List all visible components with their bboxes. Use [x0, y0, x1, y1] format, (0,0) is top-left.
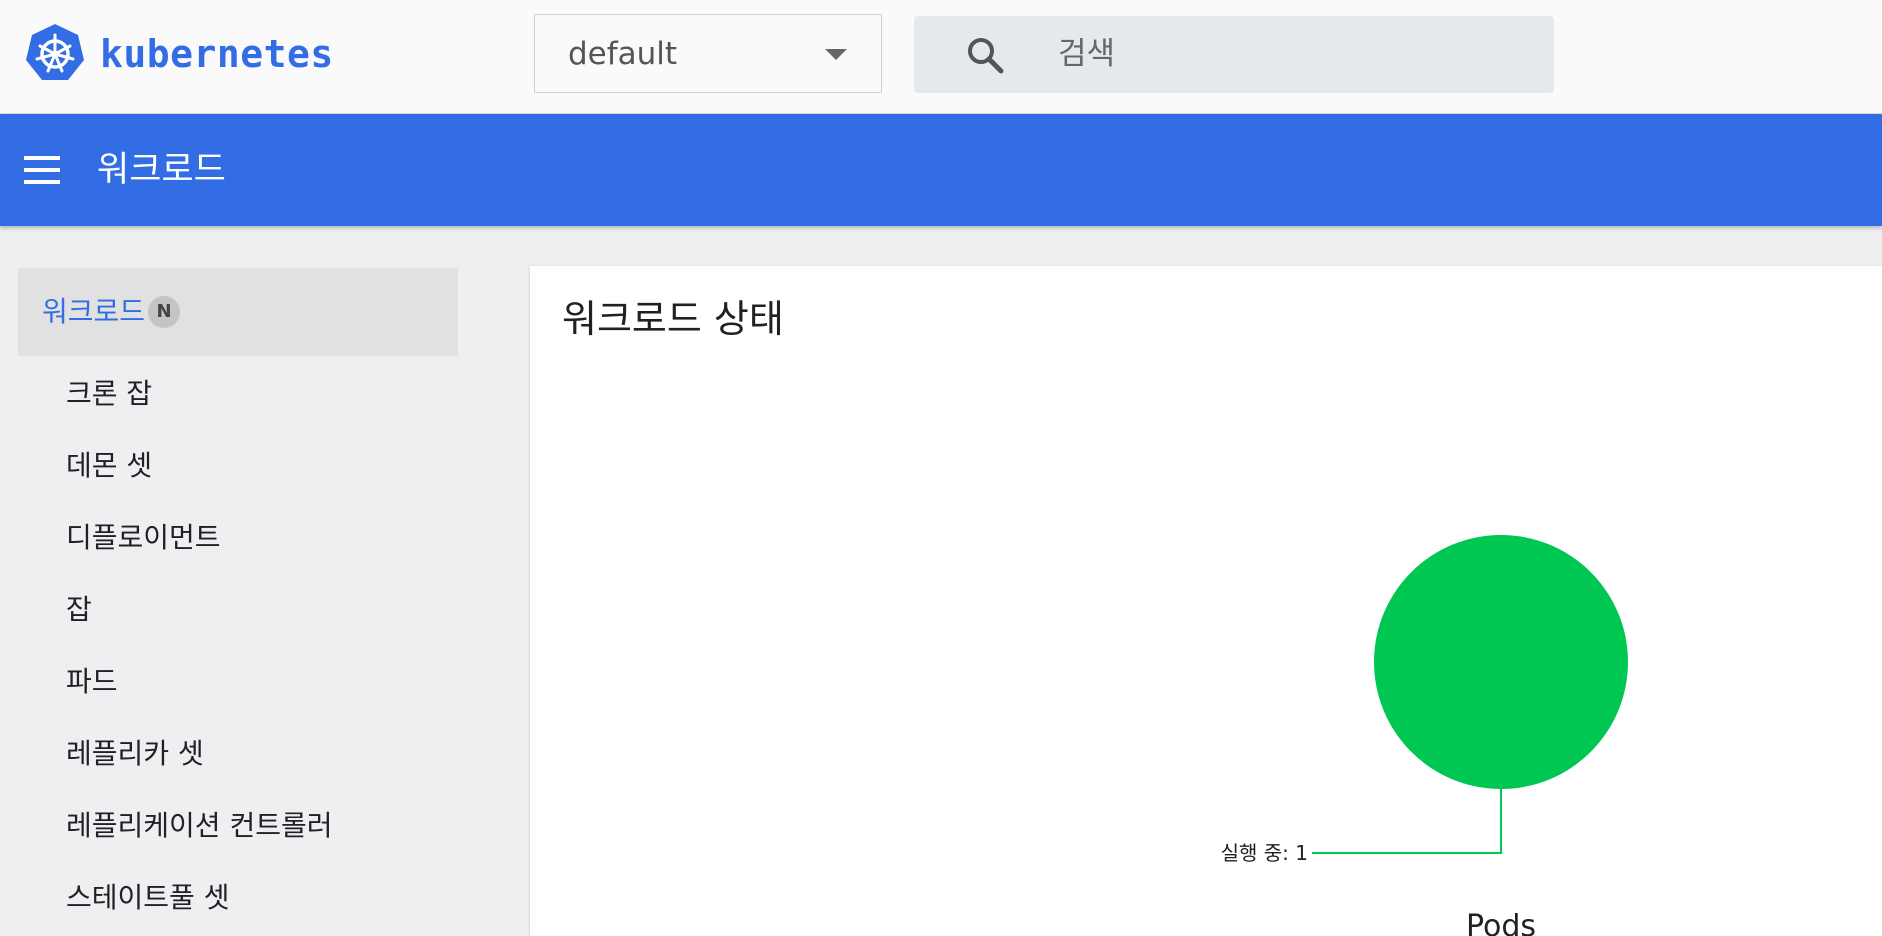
- sidebar-item-cron-jobs[interactable]: 크론 잡: [66, 376, 152, 412]
- namespaced-badge: N: [148, 296, 180, 328]
- sidebar-item-deployments[interactable]: 디플로이먼트: [66, 520, 221, 556]
- search-input[interactable]: [1058, 30, 1528, 78]
- dropdown-arrow-icon: [825, 49, 847, 60]
- namespace-select-value: default: [568, 36, 678, 72]
- sidebar-item-jobs[interactable]: 잡: [66, 592, 92, 628]
- pie-slice-0[interactable]: [1374, 535, 1628, 789]
- pie-slices: [1374, 535, 1628, 789]
- top-bar: kubernetes default: [0, 0, 1882, 114]
- sidebar-item-pods[interactable]: 파드: [66, 664, 118, 700]
- sidebar-section-label: 워크로드: [42, 295, 146, 328]
- sidebar-section-workloads[interactable]: 워크로드 N: [18, 268, 458, 356]
- sidebar-item-daemon-sets[interactable]: 데몬 셋: [66, 448, 152, 484]
- search-bar: [914, 16, 1554, 93]
- sidebar-item-replica-sets[interactable]: 레플리카 셋: [66, 736, 204, 772]
- hamburger-menu-icon[interactable]: [24, 156, 60, 184]
- sidebar: 워크로드 N 크론 잡 데몬 셋 디플로이먼트 잡 파드 레플리카 셋 레플리케…: [0, 226, 478, 936]
- kubernetes-logo-icon[interactable]: [24, 22, 86, 84]
- page-title: 워크로드: [97, 150, 226, 190]
- chart-title: Pods: [1466, 909, 1536, 936]
- sidebar-item-replication-controllers[interactable]: 레플리케이션 컨트롤러: [66, 808, 333, 844]
- app-bar: 워크로드: [0, 114, 1882, 226]
- sidebar-item-stateful-sets[interactable]: 스테이트풀 셋: [66, 880, 229, 916]
- annotation-label: 실행 중: 1: [1221, 841, 1308, 865]
- brand-name[interactable]: kubernetes: [100, 30, 334, 78]
- pods-status-chart: 실행 중: 1 Pods: [1221, 535, 1628, 936]
- search-icon[interactable]: [964, 34, 1006, 76]
- workload-status-card: 워크로드 상태 실행 중: 1 Pods: [530, 266, 1882, 936]
- annotation-leader-line: [1312, 789, 1502, 854]
- namespace-select[interactable]: default: [534, 14, 882, 93]
